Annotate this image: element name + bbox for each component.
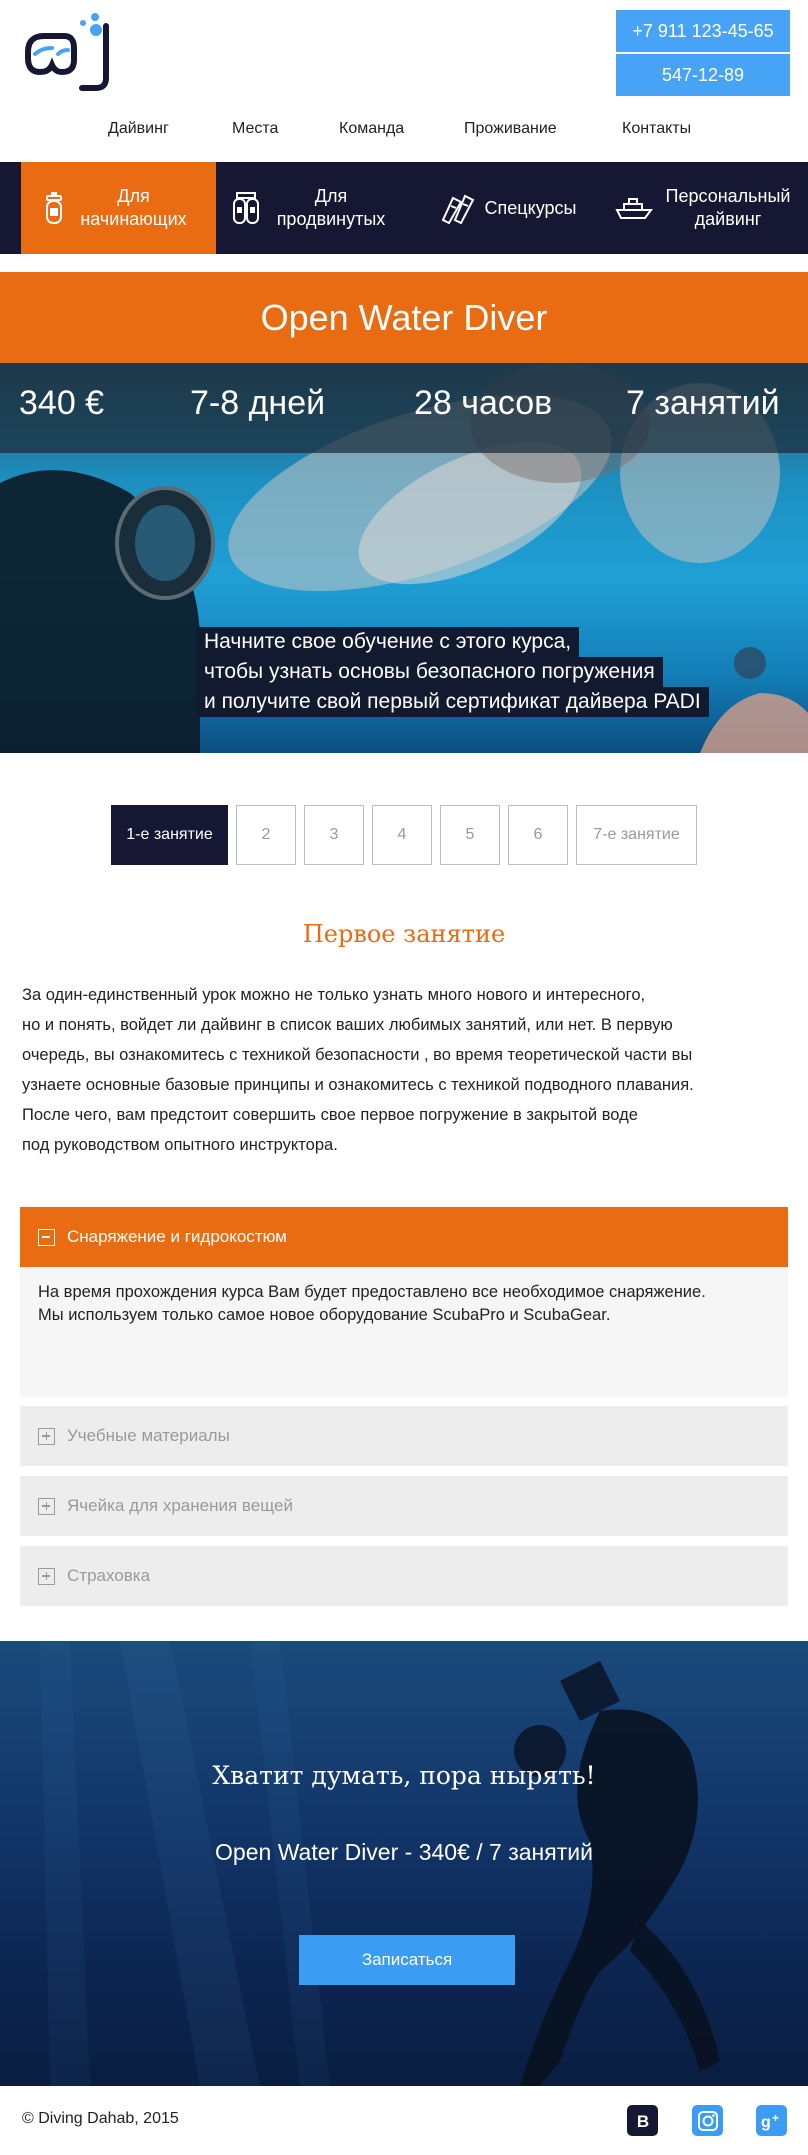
accordion-body-line: Мы используем только самое новое оборудо…	[38, 1306, 611, 1324]
svg-text:В: В	[636, 2112, 648, 2131]
double-tank-icon	[233, 192, 259, 224]
site-header: +7 911 123-45-65 547-12-89 Дайвинг Места…	[0, 0, 808, 162]
main-nav: Дайвинг Места Команда Проживание Контакт…	[0, 110, 808, 152]
nav-item-contacts[interactable]: Контакты	[622, 120, 691, 138]
cta-section: Хватит думать, пора нырять! Open Water D…	[0, 1641, 808, 2086]
accordion-study-materials[interactable]: Учебные материалы	[20, 1406, 788, 1466]
cta-heading: Хватит думать, пора нырять!	[212, 1761, 596, 1790]
expand-icon	[38, 1567, 55, 1585]
stat-price: 340 €	[19, 384, 105, 422]
nav-item-team[interactable]: Команда	[339, 120, 404, 138]
hero-line-3: и получите свой первый сертификат дайвер…	[196, 687, 709, 717]
cta-subtitle: Open Water Diver - 340€ / 7 занятий	[215, 1839, 593, 1865]
lesson-text-line: но и понять, войдет ли дайвинг в список …	[22, 1016, 673, 1034]
lesson-tab-4[interactable]: 4	[372, 805, 432, 865]
lesson-text-line: очередь, вы ознакомитесь с техникой безо…	[22, 1046, 693, 1064]
tab-beginners-label: Для начинающих	[80, 186, 187, 229]
accordion-storage-locker-title: Ячейка для хранения вещей	[67, 1496, 293, 1515]
lesson-text-line: под руководством опытного инструктора.	[22, 1136, 338, 1154]
lesson-text-line: узнаете основные базовые принципы и озна…	[22, 1076, 694, 1094]
copyright: © Diving Dahab, 2015	[22, 2110, 179, 2127]
hero-banner: 340 € 7-8 дней 28 часов 7 занятий Начнит…	[0, 363, 808, 753]
tab-personal-label: Персональный дайвинг	[665, 186, 791, 229]
course-stats-bar: 340 € 7-8 дней 28 часов 7 занятий	[0, 363, 808, 453]
stat-duration-days: 7-8 дней	[190, 384, 326, 422]
tab-advanced[interactable]: Для продвинутых	[224, 162, 398, 254]
stat-lessons: 7 занятий	[626, 384, 780, 422]
vk-icon[interactable]: В	[627, 2105, 658, 2136]
hero-caption: Начните свое обучение с этого курса, что…	[196, 627, 709, 717]
lesson-text-line: После чего, вам предстоит совершить свое…	[22, 1106, 638, 1124]
hero-line-1: Начните свое обучение с этого курса,	[196, 627, 580, 657]
accordion-body-line: На время прохождения курса Вам будет пре…	[38, 1283, 706, 1301]
lesson-tab-7[interactable]: 7-е занятие	[576, 805, 697, 865]
tab-personal-diving[interactable]: Персональный дайвинг	[606, 162, 802, 254]
expand-icon	[38, 1427, 55, 1445]
phone-button-1[interactable]: +7 911 123-45-65	[616, 10, 790, 52]
lesson-pager: 1-е занятие 2 3 4 5 6 7-е занятие	[111, 805, 697, 865]
accordion-equipment-title: Снаряжение и гидрокостюм	[67, 1227, 287, 1246]
lesson-title: Первое занятие	[302, 920, 506, 948]
signup-button[interactable]: Записаться	[299, 1935, 515, 1985]
nav-item-places[interactable]: Места	[232, 120, 278, 138]
accordion-equipment[interactable]: Снаряжение и гидрокостюм	[20, 1207, 788, 1267]
collapse-icon	[38, 1228, 55, 1246]
tab-beginners[interactable]: Для начинающих	[21, 162, 216, 254]
lesson-tab-2[interactable]: 2	[236, 805, 296, 865]
tab-advanced-label: Для продвинутых	[276, 186, 386, 229]
tab-special-label: Спецкурсы	[484, 197, 577, 218]
nav-item-accommodation[interactable]: Проживание	[464, 120, 557, 138]
scuba-tank-icon	[45, 192, 62, 224]
lesson-tab-6[interactable]: 6	[508, 805, 568, 865]
tab-special-courses[interactable]: Спецкурсы	[420, 162, 595, 254]
expand-icon	[38, 1497, 55, 1515]
hero-line-2: чтобы узнать основы безопасного погружен…	[196, 657, 663, 687]
accordion-equipment-body: На время прохождения курса Вам будет пре…	[20, 1267, 788, 1397]
course-tabs: Для начинающих Для продвинутых Спецкурсы	[0, 162, 808, 254]
google-plus-icon[interactable]: g +	[756, 2105, 787, 2136]
logo-diving-mask-icon[interactable]	[22, 10, 118, 94]
instagram-icon[interactable]	[692, 2105, 723, 2136]
stat-hours: 28 часов	[414, 384, 553, 422]
accordion-study-materials-title: Учебные материалы	[67, 1426, 230, 1445]
accordion-insurance-title: Страховка	[67, 1566, 151, 1585]
page: +7 911 123-45-65 547-12-89 Дайвинг Места…	[0, 0, 808, 2155]
lesson-tab-3[interactable]: 3	[304, 805, 364, 865]
lesson-tab-5[interactable]: 5	[440, 805, 500, 865]
accordion-insurance[interactable]: Страховка	[20, 1546, 788, 1606]
lesson-text-line: За один-единственный урок можно не тольк…	[22, 986, 646, 1004]
nav-item-diving[interactable]: Дайвинг	[108, 120, 169, 138]
accordion-storage-locker[interactable]: Ячейка для хранения вещей	[20, 1476, 788, 1536]
svg-text:g: g	[761, 2114, 771, 2131]
boat-icon	[615, 198, 653, 219]
svg-text:+: +	[772, 2111, 779, 2125]
phone-button-2[interactable]: 547-12-89	[616, 54, 790, 96]
lesson-description: За один-единственный урок можно не тольк…	[22, 980, 782, 1160]
fins-icon	[441, 194, 474, 224]
lesson-tab-1[interactable]: 1-е занятие	[111, 805, 228, 865]
course-title: Open Water Diver	[0, 272, 808, 363]
site-footer: © Diving Dahab, 2015 В g +	[0, 2086, 808, 2155]
